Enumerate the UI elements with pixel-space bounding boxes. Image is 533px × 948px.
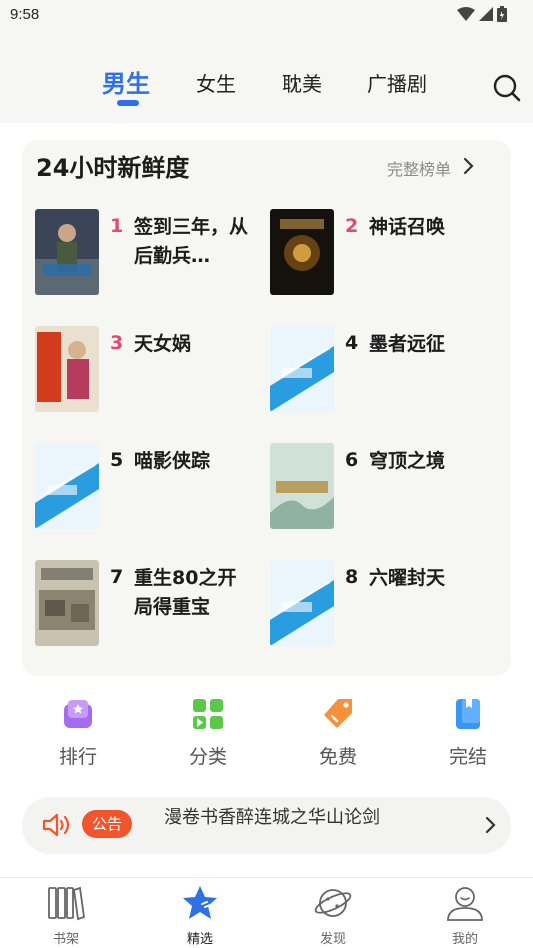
book-title: 墨者远征 (369, 333, 446, 355)
chevron-right-icon[interactable] (461, 157, 475, 175)
tab-male[interactable]: 男生 (102, 64, 150, 99)
bottom-nav-featured[interactable]: 精选 (160, 884, 240, 947)
finished-book-icon (456, 699, 480, 729)
notice-tag: 公告 (82, 810, 132, 838)
status-icons (457, 6, 507, 22)
book-item[interactable]: 4 墨者远征 (270, 326, 500, 426)
speaker-icon (42, 813, 70, 837)
book-cover[interactable] (35, 443, 99, 529)
status-bar: 9:58 (0, 0, 533, 30)
book-cover[interactable] (270, 560, 334, 646)
tab-indicator (117, 100, 139, 106)
bottom-nav: 书架 精选 发现 我的 (0, 877, 533, 948)
book-cover[interactable] (270, 326, 334, 412)
book-rank: 8 (345, 566, 359, 588)
category-tabs: 男生 女生 耽美 广播剧 (0, 60, 533, 120)
search-icon (493, 74, 521, 102)
quick-nav-ranking[interactable]: 排行 (38, 696, 118, 769)
tab-female[interactable]: 女生 (196, 68, 236, 97)
section-title: 24小时新鲜度 (36, 154, 190, 182)
bottom-nav-label: 书架 (52, 932, 79, 947)
quick-nav-label: 免费 (318, 746, 357, 768)
bottom-nav-label: 精选 (186, 932, 213, 947)
book-rank: 6 (345, 449, 359, 471)
signal-icon (479, 7, 493, 21)
quick-nav-label: 排行 (58, 746, 97, 768)
battery-icon (497, 6, 507, 22)
book-rank: 1 (110, 215, 124, 237)
book-title: 喵影侠踪 (134, 450, 211, 472)
book-item[interactable]: 3 天女娲 (35, 326, 265, 426)
book-title: 重生80之开局得重宝 (134, 567, 237, 618)
book-rank: 7 (110, 566, 124, 588)
profile-icon (447, 887, 483, 921)
full-list-link[interactable]: 完整榜单 (387, 156, 451, 180)
book-rank: 4 (345, 332, 359, 354)
book-item[interactable]: 8 六曜封天 (270, 560, 500, 660)
quick-nav-finished[interactable]: 完结 (428, 696, 508, 769)
book-cover[interactable] (270, 443, 334, 529)
tab-danmei[interactable]: 耽美 (282, 68, 322, 97)
book-cover[interactable] (35, 209, 99, 295)
quick-nav-label: 分类 (188, 746, 227, 768)
bottom-nav-discover[interactable]: 发现 (293, 884, 373, 947)
book-cover[interactable] (35, 560, 99, 646)
book-cover[interactable] (35, 326, 99, 412)
book-title: 签到三年，从后勤兵… (134, 216, 249, 267)
book-item[interactable]: 1 签到三年，从后勤兵… (35, 209, 265, 309)
book-title: 天女娲 (134, 333, 192, 355)
bottom-nav-label: 发现 (319, 932, 346, 947)
planet-icon (314, 889, 352, 917)
free-tag-icon (324, 699, 352, 728)
quick-nav-free[interactable]: 免费 (298, 696, 378, 769)
book-rank: 3 (110, 332, 124, 354)
book-title: 神话召唤 (369, 216, 446, 238)
bottom-nav-label: 我的 (451, 932, 478, 947)
chevron-right-icon[interactable] (485, 816, 497, 834)
book-title: 穹顶之境 (369, 450, 446, 472)
book-item[interactable]: 2 神话召唤 (270, 209, 500, 309)
book-cover[interactable] (270, 209, 334, 295)
book-item[interactable]: 5 喵影侠踪 (35, 443, 265, 543)
book-rank: 2 (345, 215, 359, 237)
ranking-card: 24小时新鲜度 完整榜单 1 签到三年，从后勤兵… 2 神话召唤 3 天女娲 4… (22, 140, 511, 676)
quick-nav-category[interactable]: 分类 (168, 696, 248, 769)
star-icon (183, 886, 217, 919)
book-item[interactable]: 6 穹顶之境 (270, 443, 500, 543)
book-title: 六曜封天 (369, 567, 446, 589)
bottom-nav-bookshelf[interactable]: 书架 (26, 884, 106, 947)
wifi-icon (457, 7, 475, 21)
status-time: 9:58 (10, 6, 40, 23)
category-icon (193, 699, 223, 729)
tab-radio-drama[interactable]: 广播剧 (367, 68, 427, 97)
ranking-icon (64, 700, 92, 728)
bottom-nav-profile[interactable]: 我的 (425, 884, 505, 947)
notice-text[interactable]: 漫卷书香醉连城之华山论剑 (164, 803, 380, 829)
quick-nav: 排行 分类 免费 完结 (0, 696, 533, 776)
book-item[interactable]: 7 重生80之开局得重宝 (35, 560, 265, 660)
notice-bar[interactable]: 公告 漫卷书香醉连城之华山论剑 (22, 797, 511, 854)
bookshelf-icon (48, 886, 85, 921)
book-rank: 5 (110, 449, 124, 471)
quick-nav-label: 完结 (448, 746, 487, 768)
search-button[interactable] (493, 74, 521, 102)
